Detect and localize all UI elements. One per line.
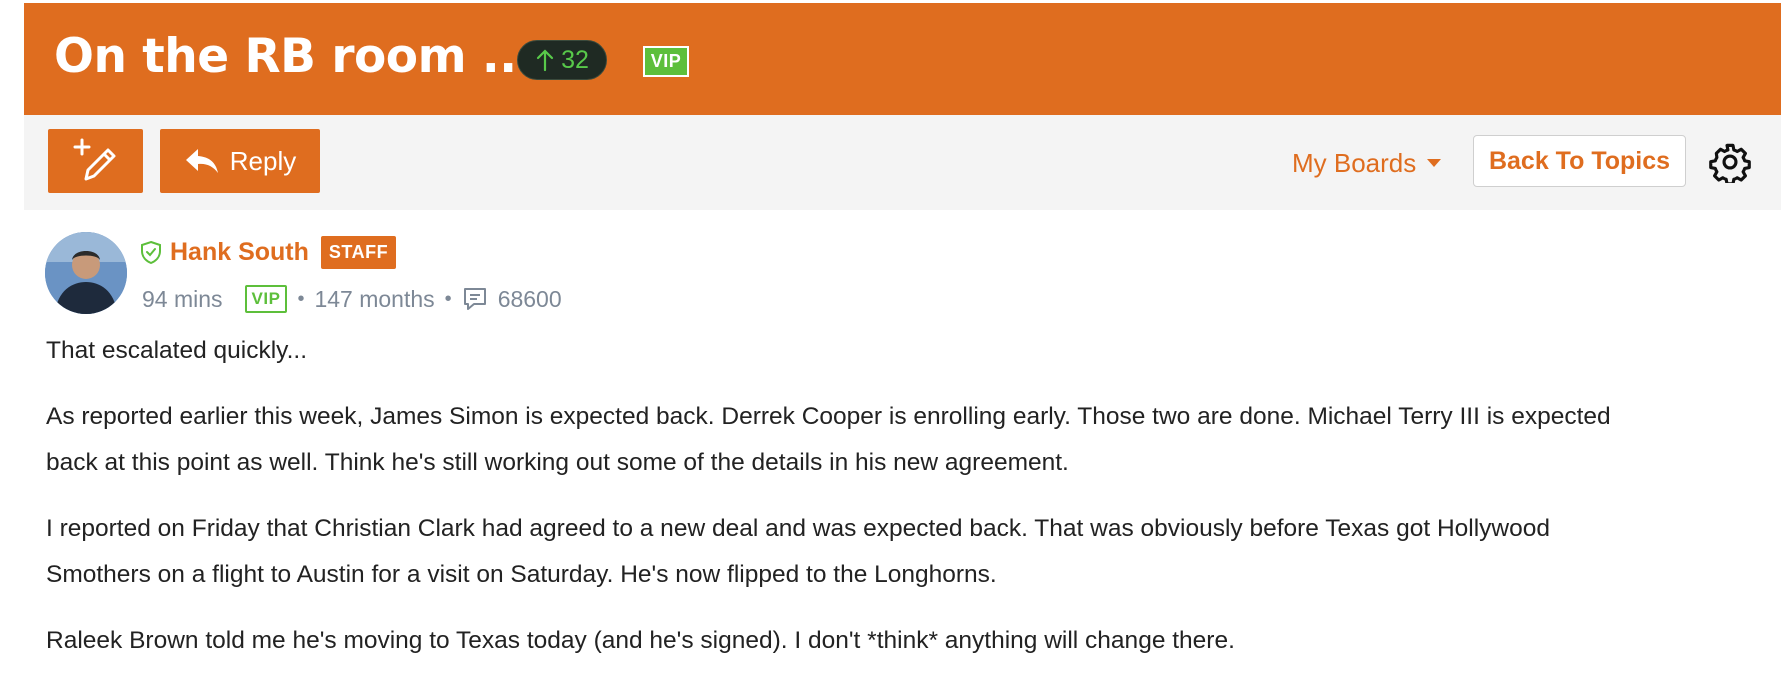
shield-check-icon [141,240,161,264]
my-boards-dropdown[interactable]: My Boards [1292,143,1442,183]
topic-toolbar: Reply My Boards Back To Topics [24,115,1781,211]
post-meta: 94 mins VIP • 147 months • 68600 [142,282,562,316]
post-paragraph-line: I reported on Friday that Christian Clar… [46,515,1550,542]
new-topic-pencil-icon [73,138,115,181]
post-paragraph: Raleek Brown told me he's moving to Texa… [46,627,1235,654]
post-paragraph-line: Smothers on a flight to Austin for a vis… [46,561,997,588]
post-count: 68600 [497,285,562,312]
topic-title-bar: On the RB room ... 32 VIP [24,3,1781,115]
arrow-up-icon [536,49,554,72]
post-time[interactable]: 94 mins [142,286,223,313]
vip-badge-outline: VIP [244,285,288,313]
author-row: Hank South STAFF [140,234,397,270]
my-boards-label: My Boards [1292,147,1417,178]
caret-down-icon [1427,159,1442,167]
page-left-margin [0,0,24,676]
reply-button[interactable]: Reply [160,129,320,193]
reply-arrow-icon [185,149,218,173]
post-body: That escalated quickly... As reported ea… [46,328,1781,684]
post: Hank South STAFF 94 mins VIP • 147 month… [24,210,1781,676]
comment-icon [463,288,486,310]
back-to-topics-button[interactable]: Back To Topics [1473,135,1686,187]
avatar-photo [45,232,127,314]
post-paragraph: That escalated quickly... [46,337,308,364]
post-paragraph-line: back at this point as well. Think he's s… [46,449,1069,476]
staff-badge: STAFF [320,235,397,269]
gear-icon[interactable] [1709,141,1751,183]
author-name[interactable]: Hank South [170,238,309,267]
vip-badge: VIP [643,46,689,77]
reply-label: Reply [229,145,297,176]
post-paragraph-line: As reported earlier this week, James Sim… [46,403,1611,430]
separator-dot: • [444,287,452,310]
member-duration: 147 months [314,285,435,312]
upvote-pill[interactable]: 32 [517,40,607,80]
separator-dot: • [297,287,305,310]
avatar[interactable] [45,232,127,314]
new-topic-button[interactable] [48,129,143,193]
topic-title: On the RB room ... [54,29,534,84]
vote-count: 32 [561,45,589,74]
